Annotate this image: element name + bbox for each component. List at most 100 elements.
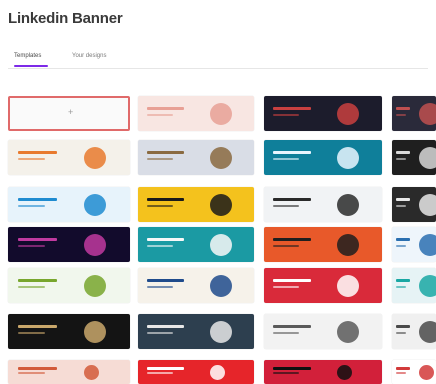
template-accent-bar <box>273 107 311 110</box>
template-image-circle <box>210 147 232 169</box>
template-text-line <box>396 332 406 334</box>
template-card[interactable] <box>392 140 436 175</box>
template-accent-bar <box>18 367 57 370</box>
template-accent-bar <box>18 198 57 201</box>
template-card[interactable] <box>8 360 130 384</box>
template-image-circle <box>84 147 106 169</box>
template-image-circle <box>84 365 99 380</box>
template-text-line <box>273 245 299 247</box>
template-image-circle <box>419 147 436 169</box>
template-card[interactable] <box>138 268 254 303</box>
template-accent-bar <box>18 325 57 328</box>
template-image-circle <box>84 275 106 297</box>
template-text-line <box>18 158 45 160</box>
template-card[interactable] <box>392 314 436 349</box>
template-text-line <box>18 245 45 247</box>
template-image-circle <box>419 194 436 216</box>
template-text-line <box>18 205 45 207</box>
template-image-circle <box>337 194 359 216</box>
template-text-line <box>18 286 45 288</box>
template-image-circle <box>84 234 106 256</box>
template-card[interactable] <box>138 187 254 222</box>
template-accent-bar <box>396 325 410 328</box>
template-card[interactable] <box>8 227 130 262</box>
template-card[interactable] <box>138 227 254 262</box>
template-text-line <box>396 205 406 207</box>
template-image-circle <box>337 275 359 297</box>
template-accent-bar <box>18 151 57 154</box>
template-accent-bar <box>396 198 410 201</box>
template-text-line <box>147 372 173 374</box>
template-image-circle <box>337 103 359 125</box>
template-card[interactable] <box>392 360 436 384</box>
template-card[interactable] <box>392 96 436 131</box>
template-card[interactable] <box>8 187 130 222</box>
template-text-line <box>18 332 45 334</box>
template-image-circle <box>210 234 232 256</box>
template-card[interactable] <box>264 96 382 131</box>
template-text-line <box>273 158 299 160</box>
template-text-line <box>147 286 173 288</box>
template-text-line <box>273 114 299 116</box>
template-image-circle <box>337 234 359 256</box>
template-accent-bar <box>147 279 184 282</box>
template-card[interactable] <box>138 96 254 131</box>
template-card[interactable] <box>138 360 254 384</box>
template-accent-bar <box>147 107 184 110</box>
template-card[interactable] <box>264 227 382 262</box>
template-accent-bar <box>147 238 184 241</box>
template-accent-bar <box>396 367 410 370</box>
template-text-line <box>273 332 299 334</box>
template-accent-bar <box>147 151 184 154</box>
template-accent-bar <box>396 279 410 282</box>
template-card[interactable] <box>264 140 382 175</box>
template-text-line <box>147 114 173 116</box>
template-accent-bar <box>273 367 311 370</box>
template-grid <box>0 0 436 384</box>
template-accent-bar <box>147 325 184 328</box>
template-card[interactable] <box>264 360 382 384</box>
template-accent-bar <box>273 325 311 328</box>
template-image-circle <box>419 234 436 256</box>
template-accent-bar <box>273 151 311 154</box>
template-text-line <box>396 158 406 160</box>
template-image-circle <box>210 365 225 380</box>
template-text-line <box>147 158 173 160</box>
template-accent-bar <box>147 367 184 370</box>
template-card[interactable] <box>264 314 382 349</box>
template-image-circle <box>84 321 106 343</box>
template-text-line <box>273 286 299 288</box>
template-card[interactable] <box>392 268 436 303</box>
template-text-line <box>396 286 406 288</box>
template-accent-bar <box>396 238 410 241</box>
template-accent-bar <box>273 279 311 282</box>
template-card[interactable] <box>8 140 130 175</box>
template-image-circle <box>210 103 232 125</box>
template-image-circle <box>210 275 232 297</box>
template-text-line <box>147 245 173 247</box>
template-accent-bar <box>273 238 311 241</box>
template-text-line <box>147 332 173 334</box>
template-card[interactable] <box>264 187 382 222</box>
template-text-line <box>273 205 299 207</box>
template-text-line <box>18 372 45 374</box>
template-image-circle <box>419 365 434 380</box>
template-image-circle <box>419 275 436 297</box>
template-card[interactable] <box>8 314 130 349</box>
template-card[interactable] <box>264 268 382 303</box>
template-accent-bar <box>147 198 184 201</box>
template-card[interactable] <box>392 227 436 262</box>
template-accent-bar <box>396 151 410 154</box>
template-image-circle <box>84 194 106 216</box>
template-card[interactable] <box>138 140 254 175</box>
template-card[interactable] <box>8 268 130 303</box>
template-image-circle <box>419 321 436 343</box>
template-accent-bar <box>396 107 410 110</box>
template-accent-bar <box>273 198 311 201</box>
template-text-line <box>396 114 406 116</box>
template-card[interactable] <box>138 314 254 349</box>
template-image-circle <box>210 321 232 343</box>
template-card[interactable] <box>392 187 436 222</box>
template-image-circle <box>337 147 359 169</box>
template-image-circle <box>337 365 352 380</box>
